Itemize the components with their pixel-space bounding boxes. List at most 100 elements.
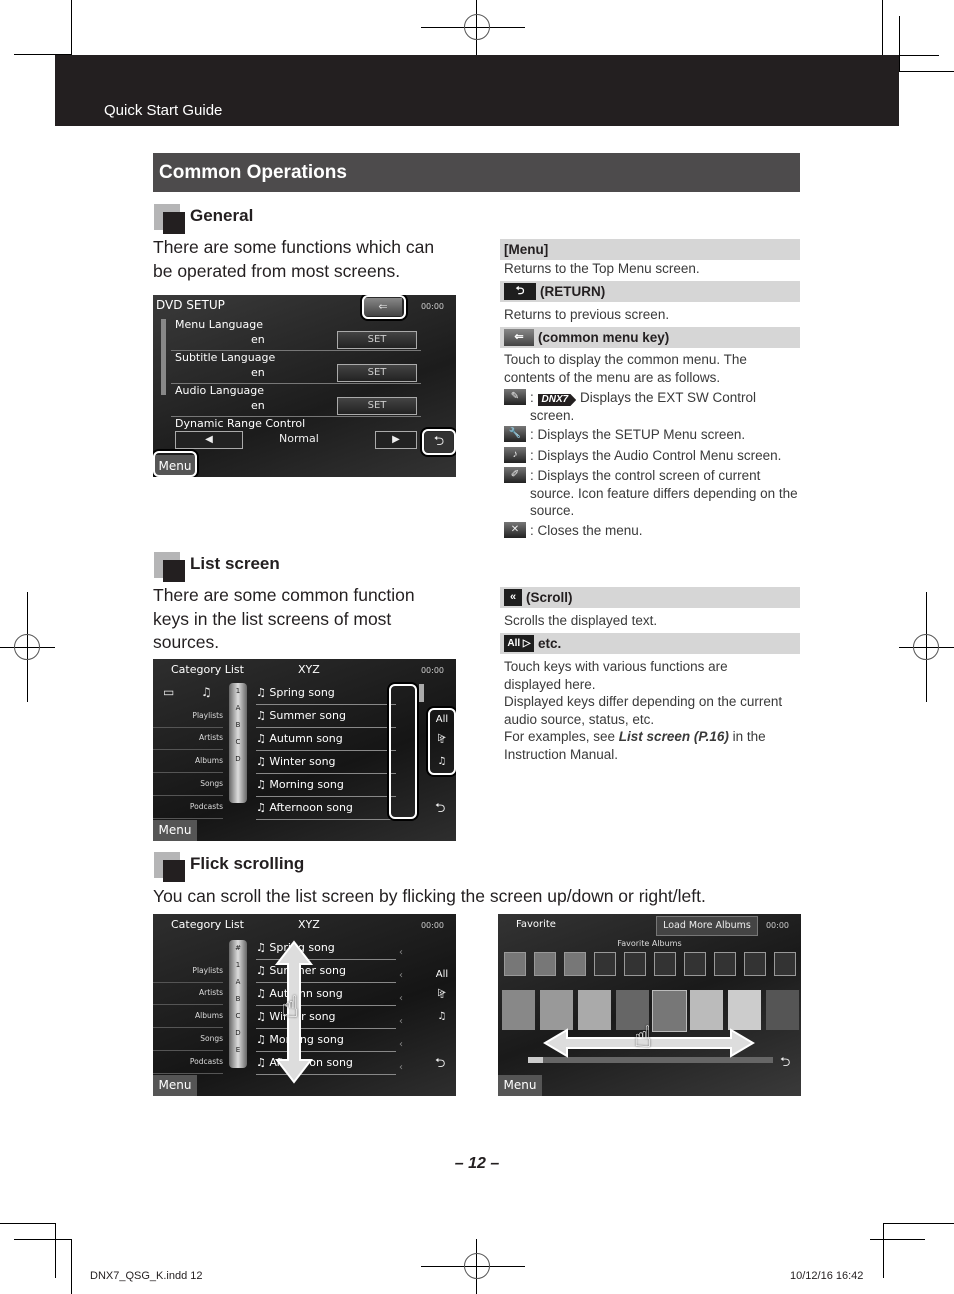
screen-clock: 00:00 — [420, 302, 444, 311]
alpha-letter[interactable]: 1 — [229, 683, 247, 700]
category-item[interactable]: Podcasts — [153, 796, 223, 819]
category-list-screen: Category List XYZ 00:00 ▭ ♫ Playlists Ar… — [153, 659, 456, 841]
key-scroll-bar: « (Scroll) — [500, 587, 800, 608]
progress-thumb[interactable] — [528, 1057, 543, 1063]
album-cover[interactable] — [728, 990, 761, 1030]
alpha-index-bar[interactable]: 1 A B C D — [229, 683, 247, 803]
category-item[interactable]: Songs — [153, 773, 223, 796]
highlight-return — [422, 429, 456, 455]
alpha-letter[interactable]: D — [229, 751, 247, 768]
prev-button[interactable]: ◀ — [175, 431, 243, 449]
dvd-setup-screen: DVD SETUP 00:00 ⇐ Menu Language en SET S… — [153, 295, 456, 477]
playlist-key[interactable]: ♫ — [431, 1008, 453, 1026]
favorite-slot[interactable] — [714, 952, 736, 976]
album-cover[interactable] — [502, 990, 535, 1030]
alpha-letter[interactable]: D — [229, 1025, 247, 1042]
dnx7-badge: DNX7 — [537, 394, 577, 406]
category-item[interactable]: Albums — [153, 1005, 223, 1028]
favorite-slot[interactable] — [774, 952, 796, 976]
favorite-slot[interactable] — [564, 952, 586, 976]
category-item[interactable]: Songs — [153, 1028, 223, 1051]
alpha-letter[interactable]: 1 — [229, 957, 247, 974]
heading-marker-dark — [163, 860, 185, 882]
song-row[interactable]: ♫ Afternoon song — [256, 798, 396, 820]
alpha-letter[interactable]: B — [229, 991, 247, 1008]
screen-clock: 00:00 — [765, 921, 789, 930]
alpha-letter[interactable]: C — [229, 734, 247, 751]
category-item[interactable]: Artists — [153, 982, 223, 1005]
page-number-value: 12 — [468, 1155, 486, 1172]
return-icon[interactable]: ⮌ — [435, 799, 445, 821]
alpha-letter[interactable]: E — [229, 1042, 247, 1059]
menu-item-text: : Displays the SETUP Menu screen. — [530, 427, 746, 442]
category-item[interactable]: Podcasts — [153, 1051, 223, 1074]
key-title: [Menu] — [504, 242, 549, 257]
highlight-scroll-column — [389, 684, 417, 819]
video-tab-icon[interactable]: ▭ — [163, 685, 174, 699]
ext-sw-icon: ✎ — [504, 389, 526, 405]
song-row[interactable]: ♫ Autumn song — [256, 729, 396, 751]
section-title: Common Operations — [153, 153, 800, 192]
menu-button[interactable]: Menu — [498, 1075, 542, 1096]
screen-clock: 00:00 — [420, 921, 444, 930]
intro-line: sources. — [153, 632, 220, 652]
desc-line: audio source, status, etc. — [504, 711, 655, 727]
album-cover[interactable] — [540, 990, 573, 1030]
favorite-slot[interactable] — [684, 952, 706, 976]
menu-button[interactable]: Menu — [153, 820, 197, 841]
song-title: Morning song — [269, 778, 344, 791]
screen-clock: 00:00 — [420, 666, 444, 675]
song-row[interactable]: ♫ Spring song — [256, 683, 396, 705]
favorite-slot[interactable] — [654, 952, 676, 976]
alpha-index-bar[interactable]: # 1 A B C D E — [229, 940, 247, 1068]
intro-line: keys in the list screens of most — [153, 608, 392, 629]
set-button[interactable]: SET — [337, 397, 417, 415]
alpha-letter[interactable]: A — [229, 700, 247, 717]
song-row[interactable]: ♫ Winter song — [256, 752, 396, 774]
music-tab-icon[interactable]: ♫ — [201, 685, 212, 699]
category-item[interactable]: Playlists — [153, 960, 223, 983]
menu-button[interactable]: Menu — [153, 1075, 197, 1096]
key-common-menu-bar: ⇐ (common menu key) — [500, 327, 800, 348]
load-more-albums-button[interactable]: Load More Albums — [656, 916, 758, 936]
return-icon[interactable]: ⮌ — [780, 1053, 790, 1075]
set-button[interactable]: SET — [337, 364, 417, 382]
key-title: (common menu key) — [538, 330, 670, 345]
upload-key[interactable]: ⇧ — [431, 987, 453, 1005]
all-key[interactable]: All ▷ — [431, 966, 453, 998]
album-cover[interactable] — [766, 990, 799, 1030]
desc-line: Instruction Manual. — [504, 746, 619, 762]
category-item[interactable]: Albums — [153, 750, 223, 773]
scroll-chevrons[interactable]: ‹ ‹ ‹ ‹ ‹ ‹ — [399, 941, 403, 1079]
alpha-letter[interactable]: B — [229, 717, 247, 734]
scrollbar[interactable] — [161, 319, 166, 395]
ref-link[interactable]: List screen (P.16) — [619, 729, 729, 744]
album-cover[interactable] — [578, 990, 611, 1030]
album-cover[interactable] — [690, 990, 723, 1030]
header-title: Quick Start Guide — [104, 102, 223, 119]
category-item[interactable]: Playlists — [153, 705, 223, 728]
favorite-slot[interactable] — [594, 952, 616, 976]
setting-value: en — [251, 366, 265, 379]
alpha-letter[interactable]: A — [229, 974, 247, 991]
scrollbar[interactable] — [419, 684, 424, 702]
next-button[interactable]: ▶ — [375, 431, 417, 449]
heading-marker-dark — [163, 560, 185, 582]
alpha-letter[interactable]: # — [229, 940, 247, 957]
song-row[interactable]: ♫ Summer song — [256, 706, 396, 728]
favorite-slot[interactable] — [504, 952, 526, 976]
highlight-common-menu — [362, 295, 406, 319]
key-all-bar: All ▷ etc. — [500, 633, 800, 654]
set-button[interactable]: SET — [337, 331, 417, 349]
screen-center-title: XYZ — [298, 918, 320, 931]
album-cover[interactable] — [652, 990, 687, 1032]
key-desc: Touch to display the common menu. The co… — [504, 351, 800, 386]
flick-intro: You can scroll the list screen by flicki… — [153, 886, 706, 906]
favorite-slot[interactable] — [624, 952, 646, 976]
favorite-slot[interactable] — [534, 952, 556, 976]
category-item[interactable]: Artists — [153, 727, 223, 750]
song-row[interactable]: ♫ Morning song — [256, 775, 396, 797]
return-icon[interactable]: ⮌ — [435, 1054, 445, 1076]
alpha-letter[interactable]: C — [229, 1008, 247, 1025]
favorite-slot[interactable] — [744, 952, 766, 976]
